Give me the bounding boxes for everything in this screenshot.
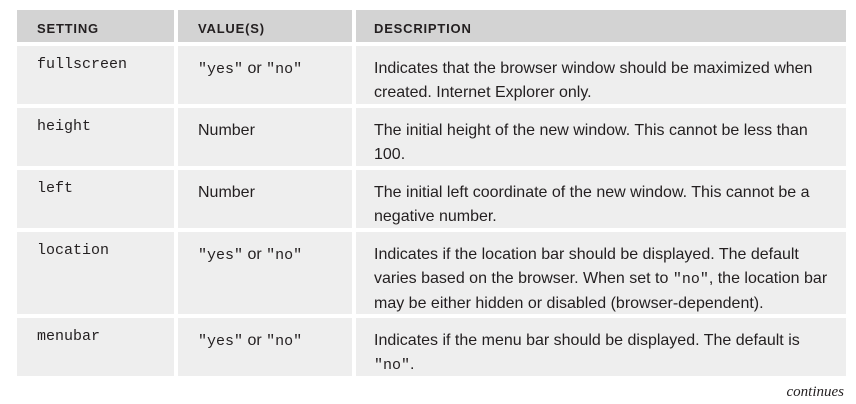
setting-value: Number bbox=[178, 108, 352, 166]
value-code: "yes" bbox=[198, 247, 244, 264]
setting-name: height bbox=[17, 108, 174, 166]
setting-description: Indicates if the menu bar should be disp… bbox=[356, 318, 846, 376]
setting-description: The initial left coordinate of the new w… bbox=[356, 170, 846, 228]
setting-name: left bbox=[17, 170, 174, 228]
setting-value: Number bbox=[178, 170, 352, 228]
table-header: SETTING VALUE(S) DESCRIPTION bbox=[17, 10, 846, 42]
value-or: or bbox=[243, 332, 267, 349]
setting-description: The initial height of the new window. Th… bbox=[356, 108, 846, 166]
value-or: or bbox=[243, 246, 267, 263]
value-code: "yes" bbox=[198, 333, 244, 350]
description-text: . bbox=[410, 356, 415, 373]
value-code: "no" bbox=[266, 247, 303, 264]
setting-name: location bbox=[17, 232, 174, 314]
table-row: left Number The initial left coordinate … bbox=[17, 170, 846, 228]
header-values: VALUE(S) bbox=[178, 10, 352, 42]
setting-description: Indicates that the browser window should… bbox=[356, 46, 846, 104]
settings-table: SETTING VALUE(S) DESCRIPTION fullscreen … bbox=[17, 10, 846, 376]
continues-label: continues bbox=[786, 384, 845, 400]
header-description: DESCRIPTION bbox=[356, 10, 846, 42]
setting-name: menubar bbox=[17, 318, 174, 376]
table-row: height Number The initial height of the … bbox=[17, 108, 846, 166]
header-setting: SETTING bbox=[17, 10, 174, 42]
setting-value: "yes" or "no" bbox=[178, 232, 352, 314]
description-code: "no" bbox=[672, 271, 709, 288]
table-row: fullscreen "yes" or "no" Indicates that … bbox=[17, 46, 846, 104]
description-code: "no" bbox=[374, 357, 411, 374]
setting-value: "yes" or "no" bbox=[178, 318, 352, 376]
table-row: location "yes" or "no" Indicates if the … bbox=[17, 232, 846, 314]
table-row: menubar "yes" or "no" Indicates if the m… bbox=[17, 318, 846, 376]
value-code: "yes" bbox=[198, 61, 244, 78]
value-code: "no" bbox=[266, 61, 303, 78]
value-or: or bbox=[243, 60, 267, 77]
value-code: "no" bbox=[266, 333, 303, 350]
setting-description: Indicates if the location bar should be … bbox=[356, 232, 846, 314]
setting-value: "yes" or "no" bbox=[178, 46, 352, 104]
setting-name: fullscreen bbox=[17, 46, 174, 104]
description-text: Indicates if the menu bar should be disp… bbox=[374, 332, 800, 349]
